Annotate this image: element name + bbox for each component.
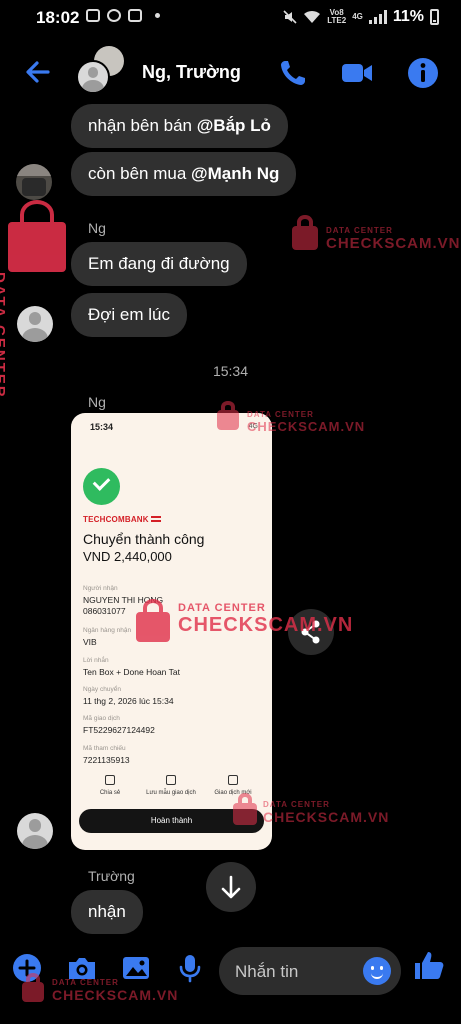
screenshot-notification-icon [128,9,142,22]
watermark: DATA CENTER CHECKSCAM.VN [247,410,365,434]
battery-icon [430,9,439,25]
arrow-down-icon [221,875,241,899]
watermark-small: DATA CENTER [326,226,393,235]
sender-name: Ng [88,394,106,410]
note-value: Ten Box + Done Hoan Tat [83,667,180,677]
watermark: DATA CENTER CHECKSCAM.VN [326,226,461,252]
swap-arrows-icon [228,775,238,785]
recipient-account: 086031077 [83,606,126,616]
bank-logo: TECHCOMBANK [83,515,161,524]
microphone-icon[interactable] [174,952,206,984]
watermark-small: DATA CENTER [0,272,8,399]
sender-name: Trường [88,868,135,884]
watermark-lock-icon [217,401,239,430]
message-bubble[interactable]: nhận bên bán @Bắp Lỏ [71,104,288,148]
emoji-icon[interactable] [363,957,391,985]
chat-header: Ng, Trường [0,34,461,110]
action-label: Lưu mẫu giao dịch [146,790,196,796]
reference-label: Mã tham chiếu [83,745,126,752]
group-avatar[interactable] [76,60,110,94]
success-check-icon [83,468,120,505]
watermark-lock-icon [22,973,44,1002]
date-value: 11 thg 2, 2026 lúc 15:34 [83,696,174,706]
phone-call-icon[interactable] [276,56,310,90]
share-out-icon [105,775,115,785]
contact-name[interactable]: Ng, Trường [142,62,241,83]
message-input-placeholder: Nhắn tin [235,962,299,981]
watermark-lock-icon [292,215,318,250]
watermark-lock-icon [136,598,170,642]
receipt-share-action: Chia sẻ [80,775,140,796]
message-text: còn bên mua [88,164,192,183]
thumbs-up-icon[interactable] [412,948,446,982]
wifi-icon [304,10,321,23]
message-input[interactable]: Nhắn tin [219,947,401,995]
bank-value: VIB [83,637,97,647]
bank-name: TECHCOMBANK [83,515,149,524]
receipt-save-action: Lưu mẫu giao dịch [141,775,201,796]
status-time: 18:02 [36,8,80,27]
scroll-to-bottom-button[interactable] [206,862,256,912]
message-bubble[interactable]: Em đang đi đường [71,242,247,286]
bank-label: Ngân hàng nhận [83,627,132,634]
message-bubble[interactable]: còn bên mua @Mạnh Ng [71,152,297,196]
back-arrow-icon[interactable] [22,56,54,88]
mention[interactable]: @Bắp Lỏ [197,116,271,135]
receipt-new-action: Giao dịch mới [203,775,263,796]
sender-name: Ng [88,220,106,236]
receipt-amount: VND 2,440,000 [83,549,172,564]
action-label: Chia sẻ [99,790,121,796]
date-label: Ngày chuyển [83,686,121,693]
status-right: Vo8 LTE2 4G 11% [283,8,439,26]
watermark-small: DATA CENTER [52,978,119,987]
mute-icon [283,10,297,24]
watermark: DATA CENTER CHECKSCAM.VN [263,800,389,825]
messenger-notification-icon [107,9,121,22]
message-bubble[interactable]: Đợi em lúc [71,293,187,337]
watermark-lock-icon [233,793,257,825]
transaction-label: Mã giao dịch [83,715,120,722]
watermark-small: DATA CENTER [263,800,330,809]
watermark-small: DATA CENTER [178,602,266,614]
message-bubble[interactable]: nhận [71,890,143,934]
notification-icons [86,9,160,22]
network-type: 4G [352,13,363,21]
watermark-big: CHECKSCAM.VN [263,809,390,825]
signal-icon [368,10,387,24]
transaction-value: FT5229627124492 [83,725,155,735]
watermark-vertical: DATA CENTER CHECKSCAM.VN [0,262,8,519]
mention[interactable]: @Mạnh Ng [191,164,279,183]
chat-timestamp: 15:34 [212,363,249,379]
watermark: DATA CENTER CHECKSCAM.VN [178,602,353,637]
save-template-icon [166,775,176,785]
watermark-lock-icon [8,199,66,272]
sender-avatar[interactable] [17,813,53,849]
watermark-small: DATA CENTER [247,410,314,419]
receipt-status-time: 15:34 [90,422,114,432]
sender-avatar[interactable] [16,164,52,200]
video-call-icon[interactable] [340,56,374,90]
watermark: DATA CENTER CHECKSCAM.VN [52,978,178,1003]
sender-avatar[interactable] [17,306,53,342]
receipt-title: Chuyển thành công [83,531,205,547]
recipient-label: Người nhận [83,585,118,592]
note-label: Lời nhắn [83,657,109,664]
battery-percent: 11% [392,8,424,25]
more-notifications-icon [155,13,160,18]
watermark-big: CHECKSCAM.VN [52,987,179,1003]
message-text: nhận bên bán [88,116,197,135]
status-bar: 18:02 Vo8 LTE2 4G 11% [0,0,461,34]
watermark-big: CHECKSCAM.VN [247,419,366,434]
info-icon[interactable] [406,56,440,90]
watermark-big: CHECKSCAM.VN [178,614,354,636]
gallery-notification-icon [86,9,100,22]
network-type-label: 4G [352,12,363,21]
reference-value: 7221135913 [83,755,130,765]
watermark-big: CHECKSCAM.VN [326,235,461,252]
network-bottom: LTE2 [327,16,347,25]
network-label: Vo8 LTE2 [327,9,346,25]
